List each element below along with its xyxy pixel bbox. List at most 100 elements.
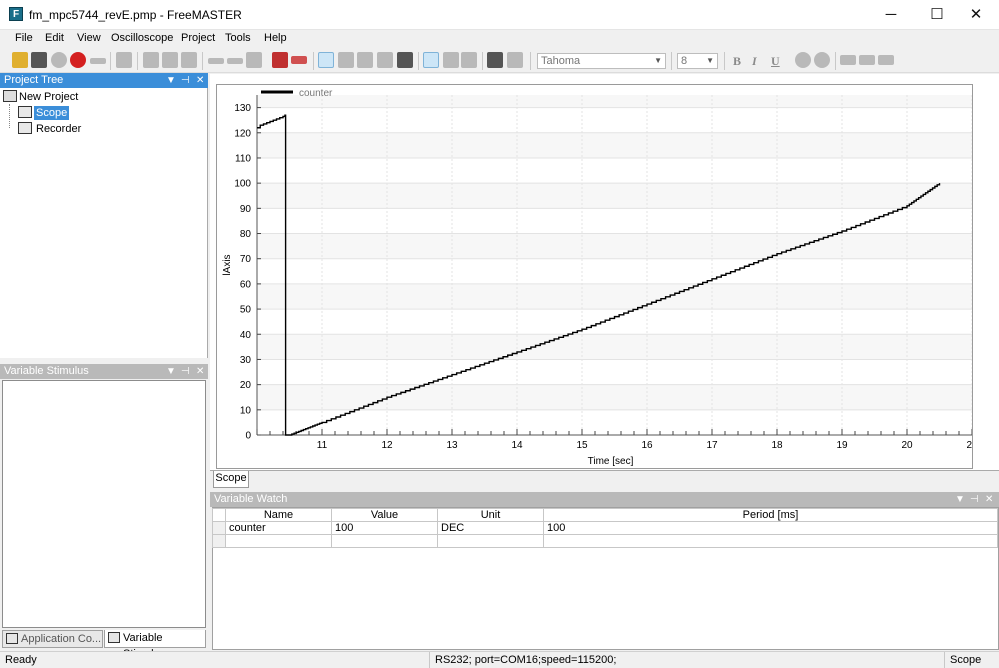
column-header-value[interactable]: Value <box>331 508 438 522</box>
menu-view[interactable]: View <box>77 32 101 44</box>
zoom-in-icon[interactable] <box>338 52 354 68</box>
tree-item-scope[interactable]: Scope <box>34 106 70 120</box>
x-tick-label: 20 <box>901 440 913 451</box>
x-tick-label: 14 <box>511 440 523 451</box>
tree-item-recorder[interactable]: Recorder <box>36 122 81 136</box>
properties-icon[interactable] <box>116 52 132 68</box>
table-row[interactable]: counter 100 DEC 100 <box>212 521 998 535</box>
grid-icon[interactable] <box>423 52 439 68</box>
refresh-icon[interactable] <box>246 52 262 68</box>
move-up-icon[interactable] <box>443 52 459 68</box>
column-header-name[interactable]: Name <box>225 508 332 522</box>
freemaster-app-icon: F <box>9 7 23 21</box>
tab-variable-stimulus[interactable]: Variable Stimulus <box>104 630 206 660</box>
x-tick-label: 19 <box>836 440 848 451</box>
window-title: fm_mpc5744_revE.pmp - FreeMASTER <box>29 8 242 22</box>
underline-button[interactable]: U <box>771 54 780 69</box>
toolbar-separator <box>530 52 531 70</box>
pin-icon[interactable]: ⊣ <box>970 492 979 507</box>
panel-menu-icon[interactable]: ▼ <box>166 364 176 379</box>
panel-menu-icon[interactable]: ▼ <box>955 492 965 507</box>
font-name-select[interactable]: Tahoma ▼ <box>537 53 666 69</box>
pin-icon[interactable]: ⊣ <box>181 364 190 379</box>
x-axis-label: Time [sec] <box>588 456 634 467</box>
row-header[interactable] <box>212 521 226 535</box>
font-size-select[interactable]: 8 ▼ <box>677 53 718 69</box>
zoom-out-icon[interactable] <box>357 52 373 68</box>
watch-variable-icon[interactable] <box>272 52 288 68</box>
table-row-empty[interactable] <box>212 534 998 548</box>
rotate-right-icon[interactable] <box>814 52 830 68</box>
italic-button[interactable]: I <box>752 54 757 69</box>
minimize-button[interactable]: ─ <box>868 0 914 29</box>
options-icon[interactable] <box>487 52 503 68</box>
scope-pointer-icon[interactable] <box>318 52 334 68</box>
cell-empty[interactable] <box>331 534 438 548</box>
paste-icon[interactable] <box>162 52 178 68</box>
cell-empty[interactable] <box>437 534 544 548</box>
align-left-icon[interactable] <box>840 55 856 65</box>
x-tick-label: 21 <box>966 440 972 451</box>
connect-icon[interactable] <box>90 58 106 64</box>
row-header[interactable] <box>212 534 226 548</box>
print-icon[interactable] <box>181 52 197 68</box>
scope-chart-frame[interactable]: 11 12 13 14 15 16 17 18 19 20 21 0 10 20 30 40 50 60 70 80 9… <box>216 84 973 469</box>
pin-icon[interactable]: ⊣ <box>181 73 190 88</box>
scope-icon <box>18 106 32 118</box>
help-cursor-icon[interactable] <box>507 52 523 68</box>
menu-edit[interactable]: Edit <box>45 32 64 44</box>
variable-watch-header: Variable Watch ▼ ⊣ ✕ <box>210 492 999 507</box>
toolbar-separator <box>418 52 419 70</box>
stop-icon[interactable] <box>70 52 86 68</box>
panel-close-icon[interactable]: ✕ <box>196 364 204 379</box>
align-center-icon[interactable] <box>859 55 875 65</box>
font-name-value: Tahoma <box>541 55 581 67</box>
cell-period[interactable]: 100 <box>543 521 998 535</box>
rotate-left-icon[interactable] <box>795 52 811 68</box>
status-bar: Ready RS232; port=COM16;speed=115200; Sc… <box>0 651 999 668</box>
cell-empty[interactable] <box>543 534 998 548</box>
chevron-down-icon: ▼ <box>706 56 714 65</box>
open-folder-icon[interactable] <box>12 52 28 68</box>
y-tick-label: 70 <box>240 254 252 265</box>
move-down-icon[interactable] <box>461 52 477 68</box>
back-arrow-icon[interactable] <box>208 58 224 64</box>
copy-icon[interactable] <box>143 52 159 68</box>
cell-unit[interactable]: DEC <box>437 521 544 535</box>
menu-project[interactable]: Project <box>181 32 215 44</box>
align-right-icon[interactable] <box>878 55 894 65</box>
column-header-unit[interactable]: Unit <box>437 508 544 522</box>
tab-application-commands[interactable]: Application Co... <box>2 630 103 648</box>
grid-band <box>257 183 972 209</box>
project-tree: New Project Scope Recorder <box>0 88 208 358</box>
recorder-start-icon[interactable] <box>291 56 307 64</box>
cell-empty[interactable] <box>225 534 332 548</box>
cell-name[interactable]: counter <box>225 521 332 535</box>
bold-button[interactable]: B <box>733 54 741 69</box>
toolbar-separator <box>835 52 836 70</box>
tab-scope[interactable]: Scope <box>213 471 249 488</box>
menu-file[interactable]: File <box>15 32 33 44</box>
menu-tools[interactable]: Tools <box>225 32 251 44</box>
panel-close-icon[interactable]: ✕ <box>196 73 204 88</box>
column-header-period[interactable]: Period [ms] <box>543 508 998 522</box>
zoom-fit-icon[interactable] <box>377 52 393 68</box>
scope-chart[interactable]: 11 12 13 14 15 16 17 18 19 20 21 0 10 20 30 40 50 60 70 80 9… <box>217 85 972 468</box>
forward-arrow-icon[interactable] <box>227 58 243 64</box>
variable-watch-table: Name Value Unit Period [ms] counter 100 … <box>212 508 998 548</box>
tree-root-new-project[interactable]: New Project <box>19 90 78 104</box>
chevron-down-icon: ▼ <box>654 56 662 65</box>
cell-value[interactable]: 100 <box>331 521 438 535</box>
project-icon <box>3 90 17 102</box>
panel-close-icon[interactable]: ✕ <box>985 492 993 507</box>
menu-help[interactable]: Help <box>264 32 287 44</box>
go-icon[interactable] <box>51 52 67 68</box>
menu-oscilloscope[interactable]: Oscilloscope <box>111 32 173 44</box>
close-button[interactable]: ✕ <box>953 0 999 29</box>
x-tick-label: 15 <box>576 440 588 451</box>
camera-icon[interactable] <box>397 52 413 68</box>
toolbar-separator <box>482 52 483 70</box>
save-icon[interactable] <box>31 52 47 68</box>
row-header-corner <box>212 508 226 522</box>
panel-menu-icon[interactable]: ▼ <box>166 73 176 88</box>
